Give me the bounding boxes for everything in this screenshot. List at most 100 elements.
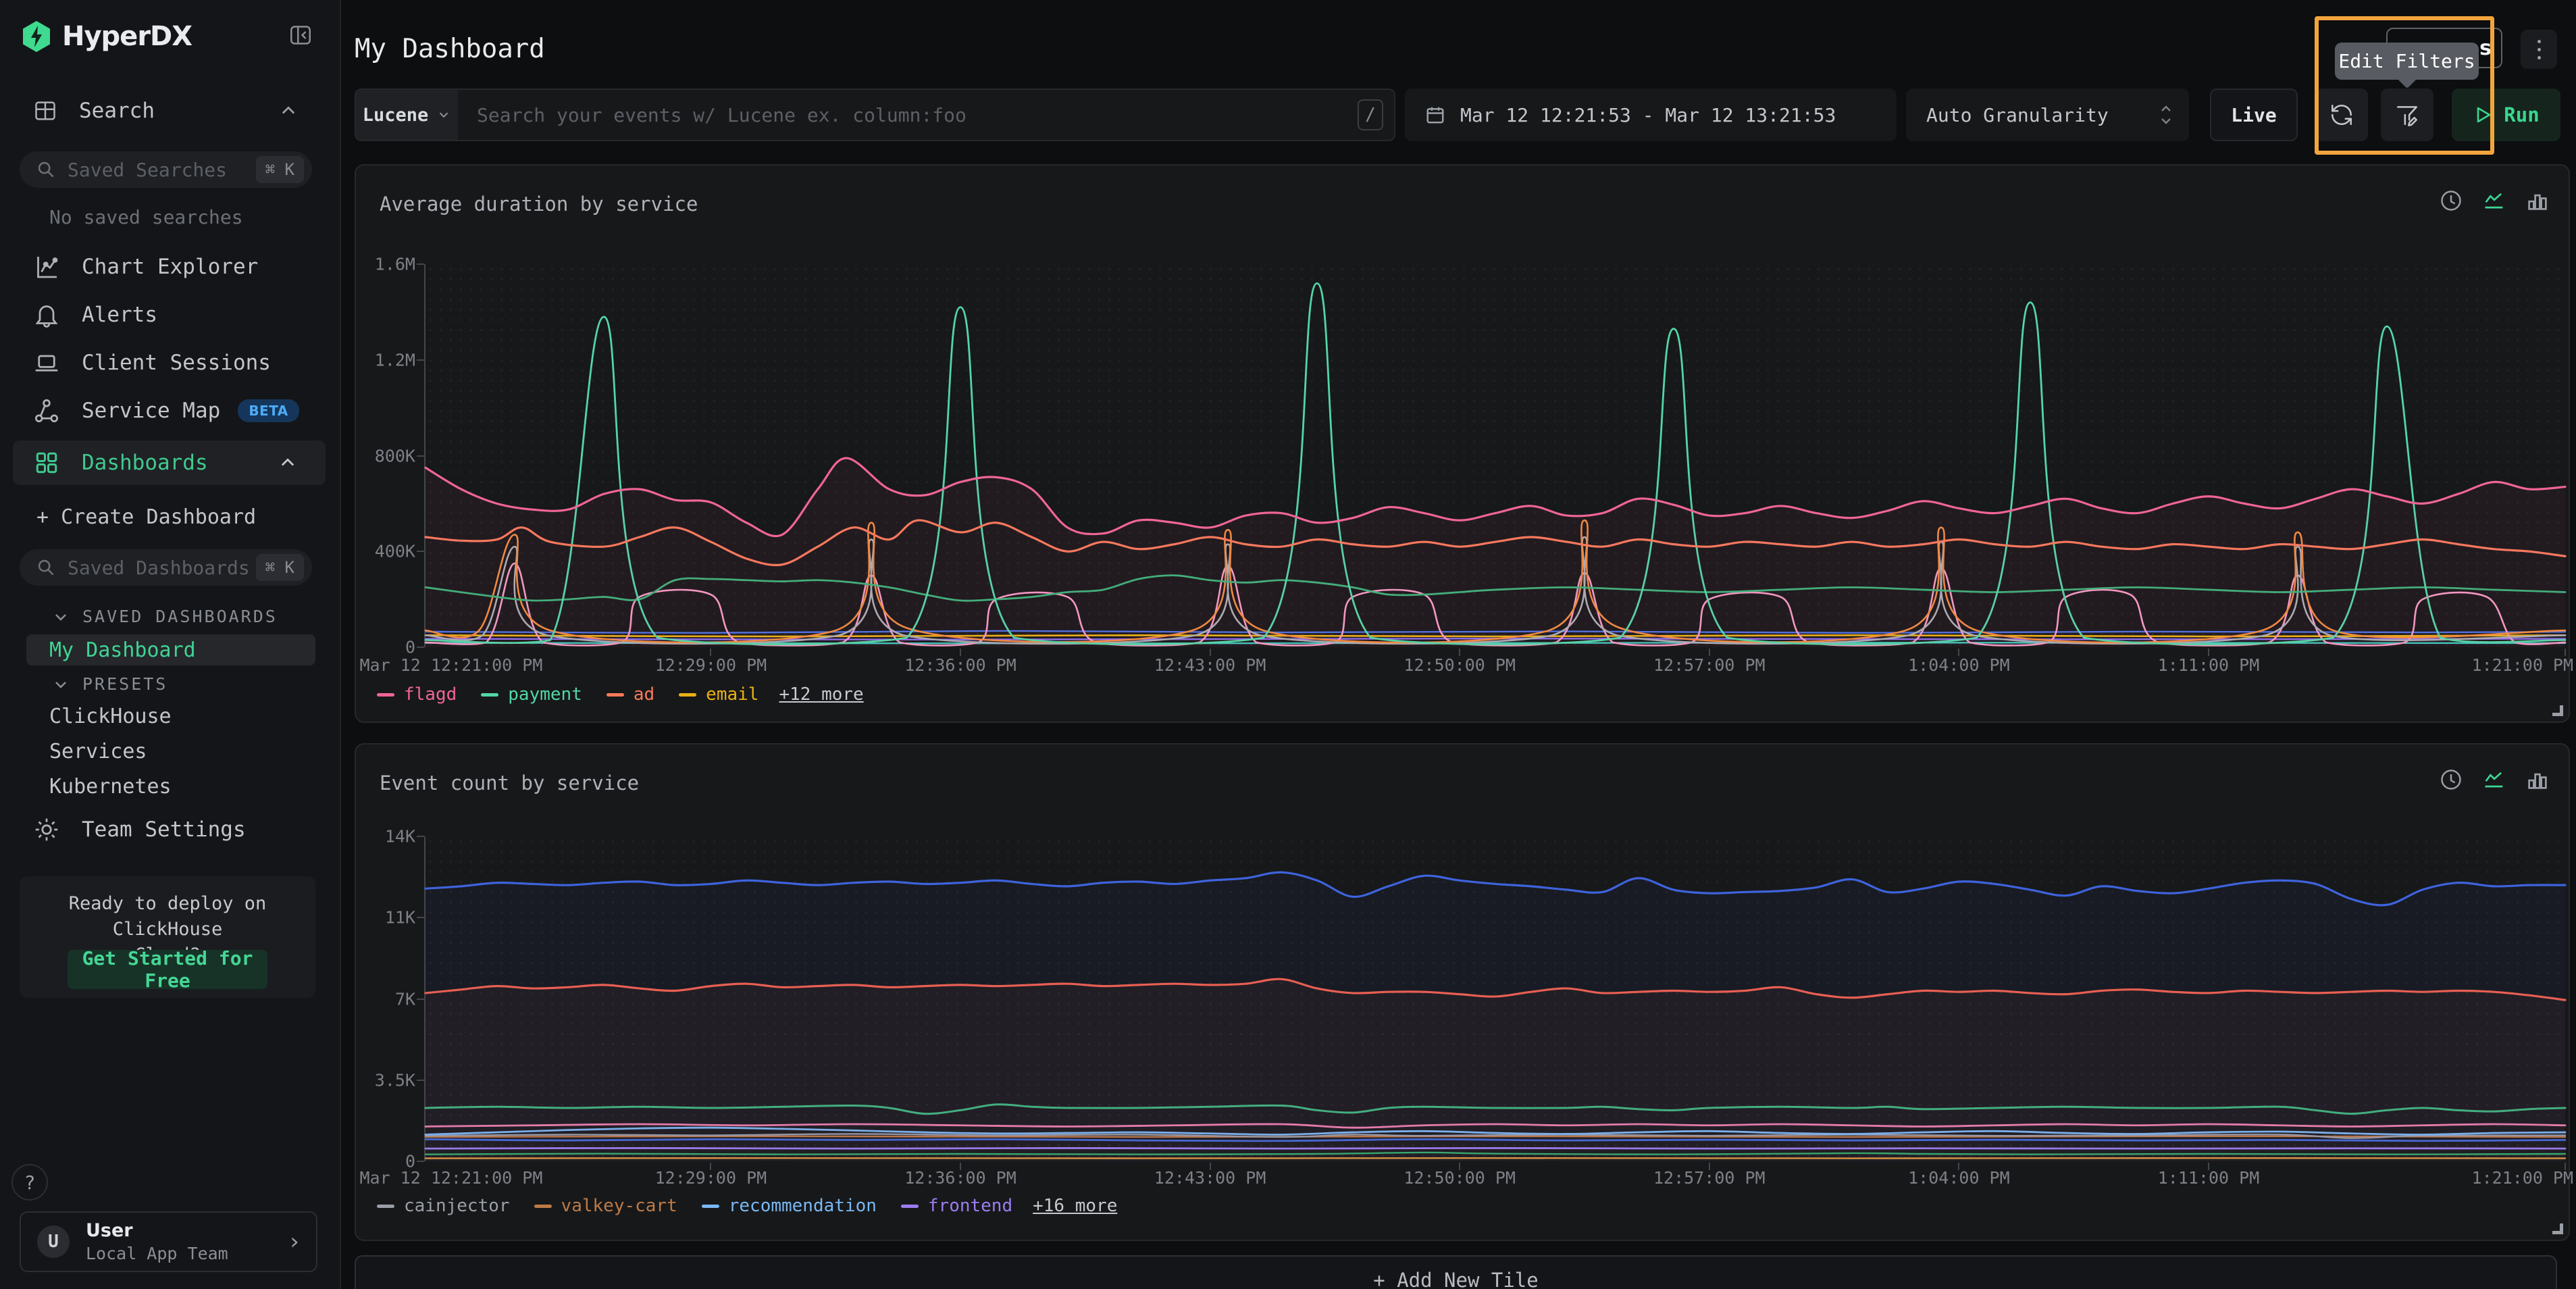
sidebar-collapse-icon[interactable]	[287, 22, 314, 49]
legend-item[interactable]: ad	[607, 684, 654, 705]
y-axis-tick-label: 0	[405, 638, 415, 657]
saved-searches-input[interactable]: Saved Searches ⌘ K	[20, 151, 312, 188]
y-axis-tick-mark	[417, 917, 424, 918]
x-axis-tick-label: 12:29:00 PM	[655, 1168, 767, 1188]
sidebar-item-team-settings[interactable]: Team Settings	[0, 814, 340, 845]
legend-item[interactable]: recommendation	[702, 1196, 877, 1216]
search-icon	[36, 160, 55, 179]
dashboard-menu-button[interactable]	[2521, 30, 2557, 69]
preset-services[interactable]: Services	[49, 740, 147, 763]
legend-item[interactable]: valkey-cart	[534, 1196, 677, 1216]
legend-label: cainjector	[404, 1196, 510, 1216]
tree-item-label: My Dashboard	[49, 638, 196, 662]
y-axis-tick-label: 1.6M	[375, 255, 415, 274]
refresh-icon	[2329, 102, 2354, 128]
presets-section[interactable]: PRESETS	[53, 674, 168, 694]
add-new-tile-label: + Add New Tile	[1373, 1269, 1538, 1289]
time-settings-icon[interactable]	[2439, 188, 2463, 213]
sidebar-item-label: Client Sessions	[82, 351, 271, 375]
saved-dashboards-input[interactable]: Saved Dashboards ⌘ K	[20, 549, 312, 586]
chart-plot-area[interactable]	[426, 264, 2565, 647]
app-window: HyperDX Search Saved Searches ⌘ K No sav…	[0, 0, 2576, 1289]
user-profile-button[interactable]: U User Local App Team ›	[20, 1211, 317, 1272]
y-axis-tick-mark	[417, 836, 424, 837]
main-content: My Dashboard Lucene Search your events w…	[341, 0, 2576, 1289]
live-button[interactable]: Live	[2210, 89, 2298, 141]
line-chart-icon[interactable]	[2482, 767, 2506, 792]
y-axis-tick-mark	[417, 551, 424, 552]
sidebar-item-label: Team Settings	[82, 817, 246, 842]
slash-shortcut-badge: /	[1358, 99, 1383, 130]
y-axis-tick-mark	[417, 647, 424, 648]
chevron-right-icon: ›	[288, 1228, 301, 1255]
preset-clickhouse[interactable]: ClickHouse	[49, 705, 172, 728]
chart-tile-average-duration: Average duration by service 1.6M1.2M800K…	[355, 164, 2570, 723]
get-started-button[interactable]: Get Started for Free	[68, 950, 267, 989]
y-axis-labels: 14K11K7K3.5K0	[356, 836, 415, 1161]
chart-title: Event count by service	[380, 772, 639, 794]
bar-chart-icon[interactable]	[2525, 767, 2550, 792]
help-icon: ?	[24, 1171, 36, 1194]
time-settings-icon[interactable]	[2439, 767, 2463, 792]
line-chart-icon[interactable]	[2482, 188, 2506, 213]
granularity-value: Auto Granularity	[1926, 104, 2159, 126]
sidebar-item-chart-explorer[interactable]: Chart Explorer	[0, 251, 340, 282]
legend-item[interactable]: flagd	[377, 684, 457, 705]
query-language-label: Lucene	[363, 105, 429, 126]
x-axis-tick-label: 1:04:00 PM	[1908, 655, 2010, 675]
legend-item[interactable]: cainjector	[377, 1196, 510, 1216]
legend-item[interactable]: email	[679, 684, 758, 705]
legend-label: recommendation	[729, 1196, 877, 1216]
play-icon	[2473, 105, 2493, 125]
edit-filters-button[interactable]	[2381, 89, 2433, 141]
calendar-icon	[1425, 105, 1445, 125]
preset-kubernetes[interactable]: Kubernetes	[49, 775, 172, 799]
search-section-icon	[33, 99, 57, 123]
legend-swatch	[534, 1205, 552, 1208]
tile-resize-handle[interactable]	[2552, 1223, 2563, 1234]
legend-more-link[interactable]: +16 more	[1033, 1196, 1117, 1216]
sidebar-item-service-map[interactable]: Service Map BETA	[0, 395, 340, 426]
logo: HyperDX	[22, 20, 319, 53]
search-input[interactable]: Search your events w/ Lucene ex. column:…	[477, 104, 1358, 126]
run-button[interactable]: Run	[2452, 89, 2560, 141]
x-axis-tick-label: 12:57:00 PM	[1653, 655, 1766, 675]
y-axis-tick-mark	[417, 359, 424, 361]
help-button[interactable]: ?	[11, 1164, 48, 1200]
sidebar-item-search[interactable]: Search	[0, 95, 340, 126]
shortcut-badge: ⌘ K	[256, 554, 304, 581]
y-axis-tick-mark	[417, 1161, 424, 1162]
add-new-tile-button[interactable]: + Add New Tile	[355, 1255, 2557, 1289]
legend-item[interactable]: frontend	[901, 1196, 1012, 1216]
tile-resize-handle[interactable]	[2552, 705, 2563, 716]
hyperdx-logo-icon	[22, 20, 51, 53]
query-language-select[interactable]: Lucene	[356, 90, 458, 140]
y-axis-tick-mark	[417, 999, 424, 1000]
legend-more-link[interactable]: +12 more	[779, 684, 863, 705]
sidebar-item-alerts[interactable]: Alerts	[0, 299, 340, 330]
saved-dashboard-my-dashboard[interactable]: My Dashboard	[26, 634, 315, 665]
beta-badge: BETA	[238, 399, 299, 422]
event-search-bar[interactable]: Lucene Search your events w/ Lucene ex. …	[355, 89, 1395, 141]
x-axis-tick-label: 1:11:00 PM	[2158, 655, 2260, 675]
time-range-picker[interactable]: Mar 12 12:21:53 - Mar 12 13:21:53	[1405, 89, 1897, 141]
create-dashboard-button[interactable]: + Create Dashboard	[36, 505, 256, 529]
x-axis-tick-label: 12:43:00 PM	[1154, 1168, 1266, 1188]
legend-label: flagd	[404, 684, 457, 705]
sidebar-item-client-sessions[interactable]: Client Sessions	[0, 347, 340, 378]
y-axis-tick-mark	[417, 455, 424, 457]
chevron-down-icon	[53, 609, 69, 625]
chevron-up-icon[interactable]	[279, 101, 298, 120]
chart-plot-area[interactable]	[426, 836, 2565, 1161]
x-axis-labels: Mar 12 12:21:00 PM12:29:00 PM12:36:00 PM…	[426, 1168, 2565, 1188]
saved-dashboards-section[interactable]: SAVED DASHBOARDS	[53, 607, 278, 626]
granularity-select[interactable]: Auto Granularity	[1906, 89, 2189, 141]
chevron-up-icon[interactable]	[278, 453, 297, 472]
sidebar-item-dashboards[interactable]: Dashboards	[13, 440, 326, 485]
dashboards-grid-icon	[33, 449, 60, 476]
x-axis-tick-label: 1:11:00 PM	[2158, 1168, 2260, 1188]
refresh-button[interactable]	[2315, 89, 2368, 141]
legend-item[interactable]: payment	[481, 684, 582, 705]
legend-label: email	[706, 684, 758, 705]
bar-chart-icon[interactable]	[2525, 188, 2550, 213]
